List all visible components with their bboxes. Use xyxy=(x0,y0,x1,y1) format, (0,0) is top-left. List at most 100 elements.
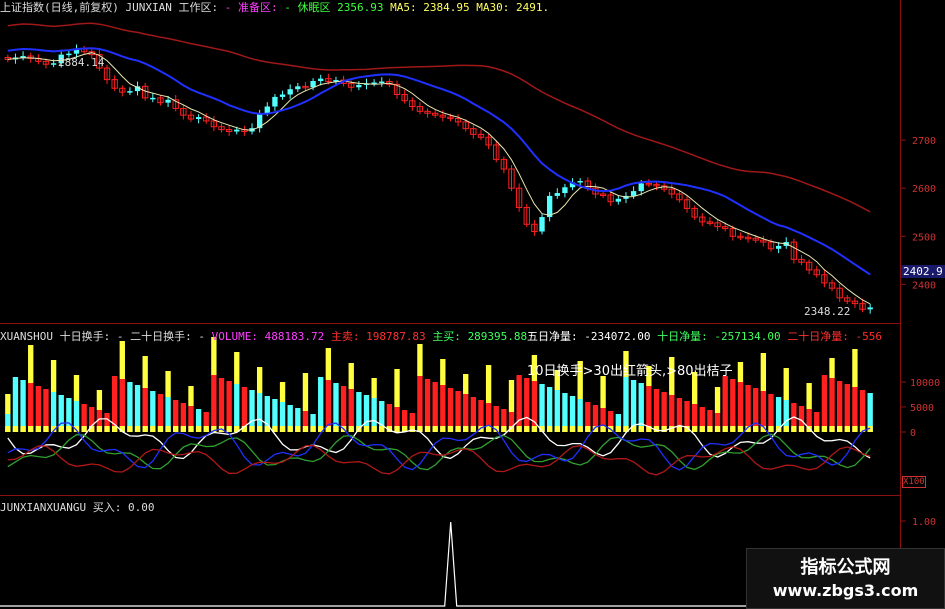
volume-bar-base xyxy=(524,426,530,432)
volume-bar-base xyxy=(81,426,87,432)
volume-bar-base xyxy=(501,426,507,432)
volume-bar-base xyxy=(127,426,133,432)
volume-bar-top xyxy=(119,341,125,379)
volume-bar xyxy=(852,387,858,432)
volume-bar-base xyxy=(821,426,828,432)
main-buy-label: 主买: xyxy=(432,330,461,343)
volume-bar-base xyxy=(371,426,377,432)
candle-up xyxy=(356,84,362,88)
axis-tick-label: 2700 xyxy=(912,136,936,147)
volume-bar xyxy=(348,389,354,432)
volume-bar xyxy=(43,389,49,432)
zone1-label: - 准备区: xyxy=(224,1,278,14)
watermark-logo: 指标公式网 www.zbgs3.com xyxy=(746,548,945,609)
volume-bar-top xyxy=(188,386,194,406)
volume-bar-top xyxy=(829,358,835,378)
volume-bars xyxy=(5,337,873,432)
volume-bar-base xyxy=(5,426,11,432)
candle-up xyxy=(279,94,286,97)
volume-bar-top xyxy=(714,387,721,413)
volume-bar-top xyxy=(806,383,812,409)
volume-bar xyxy=(836,381,843,432)
volume-bar-base xyxy=(753,426,759,432)
volume-bar-top xyxy=(394,369,400,407)
sub1-axis-tick-label: 0 xyxy=(910,428,916,439)
candle-up xyxy=(546,195,553,218)
volume-bar-base xyxy=(638,426,644,432)
volume-bar-top xyxy=(234,352,240,384)
main-buy-value: 289395.88 xyxy=(467,330,528,343)
candle-up xyxy=(195,117,202,120)
volume-bar xyxy=(424,379,431,432)
net20-volume-line xyxy=(7,444,871,476)
volume-bar xyxy=(134,385,141,432)
sub2-buy-label: 买入: xyxy=(92,501,122,514)
volume-bar-base xyxy=(394,426,400,432)
ma30-value: 2491. xyxy=(515,1,550,14)
candle-up xyxy=(630,191,637,196)
volume-bar-base xyxy=(447,426,454,432)
cursor-price-label: 2402.9 xyxy=(901,265,945,278)
volume-bar xyxy=(844,384,850,432)
volume-bar-top xyxy=(600,376,606,408)
sub1-twenty: - 二十日换手: - xyxy=(116,330,205,343)
main-header: 上证指数(日线,前复权) JUNXIAN 工作区: - 准备区: - 休眠区 2… xyxy=(0,1,549,14)
volume-value: 488183.72 xyxy=(264,330,325,343)
sub1-axis-tick-label: 5000 xyxy=(910,403,934,414)
volume-bar xyxy=(821,375,828,432)
volume-bar xyxy=(516,375,522,432)
candle-up xyxy=(562,187,568,194)
volume-bar-base xyxy=(714,426,721,432)
volume-bar xyxy=(340,386,347,432)
volume-bar-base xyxy=(188,426,194,432)
volume-bar-base xyxy=(12,426,19,432)
panel-divider-1 xyxy=(0,323,900,324)
zone2-label: - 休眠区 xyxy=(284,1,331,14)
volume-bar-base xyxy=(150,426,156,432)
volume-bar-base xyxy=(58,426,64,432)
volume-bar xyxy=(753,388,759,432)
volume-bar xyxy=(455,391,461,432)
volume-bar xyxy=(119,379,125,432)
candle-up xyxy=(264,106,270,114)
volume-bar-base xyxy=(302,426,309,432)
net10-value: -257134.00 xyxy=(714,330,781,343)
volume-bar-base xyxy=(470,426,477,432)
candle-up xyxy=(638,183,644,192)
volume-bar-base xyxy=(600,426,606,432)
volume-bar xyxy=(546,387,553,432)
candle-up xyxy=(287,89,293,95)
volume-bar xyxy=(646,386,652,432)
volume-bar-top xyxy=(737,362,744,382)
volume-bar-base xyxy=(569,426,576,432)
volume-bar-base xyxy=(310,426,316,432)
volume-bar xyxy=(554,390,560,432)
volume-bar-top xyxy=(279,382,286,402)
volume-bar-top xyxy=(852,349,858,387)
watermark-title: 指标公式网 xyxy=(800,557,891,578)
volume-bar-base xyxy=(195,426,202,432)
right-axis-labels: 270026002500240010000500001.000.50 xyxy=(900,136,940,569)
volume-bar-base xyxy=(814,426,820,432)
volume-bar-base xyxy=(279,426,286,432)
net20-value: -556 xyxy=(855,330,882,343)
volume-bar-base xyxy=(730,426,736,432)
sub2-name: JUNXIANXUANGU xyxy=(0,501,87,514)
candle-up xyxy=(127,91,133,93)
volume-bar-base xyxy=(66,426,72,432)
volume-bar xyxy=(218,378,225,432)
volume-bar-base xyxy=(424,426,431,432)
candle-up xyxy=(66,53,72,56)
zone2-value: 2356.93 xyxy=(337,1,384,14)
high-annotation: 2884.14 xyxy=(58,56,105,69)
volume-bar-top xyxy=(5,394,11,414)
sub1-header: XUANSHOU 十日换手: - 二十日换手: - VOLUME: 488183… xyxy=(0,330,527,343)
volume-bar xyxy=(653,389,660,432)
volume-bar-top xyxy=(256,367,263,393)
volume-bar xyxy=(28,383,34,432)
volume-bar-top xyxy=(96,390,103,410)
volume-bar-top xyxy=(783,368,789,400)
volume-bar-base xyxy=(531,426,538,432)
volume-bar xyxy=(417,376,423,432)
volume-bar-base xyxy=(798,426,805,432)
